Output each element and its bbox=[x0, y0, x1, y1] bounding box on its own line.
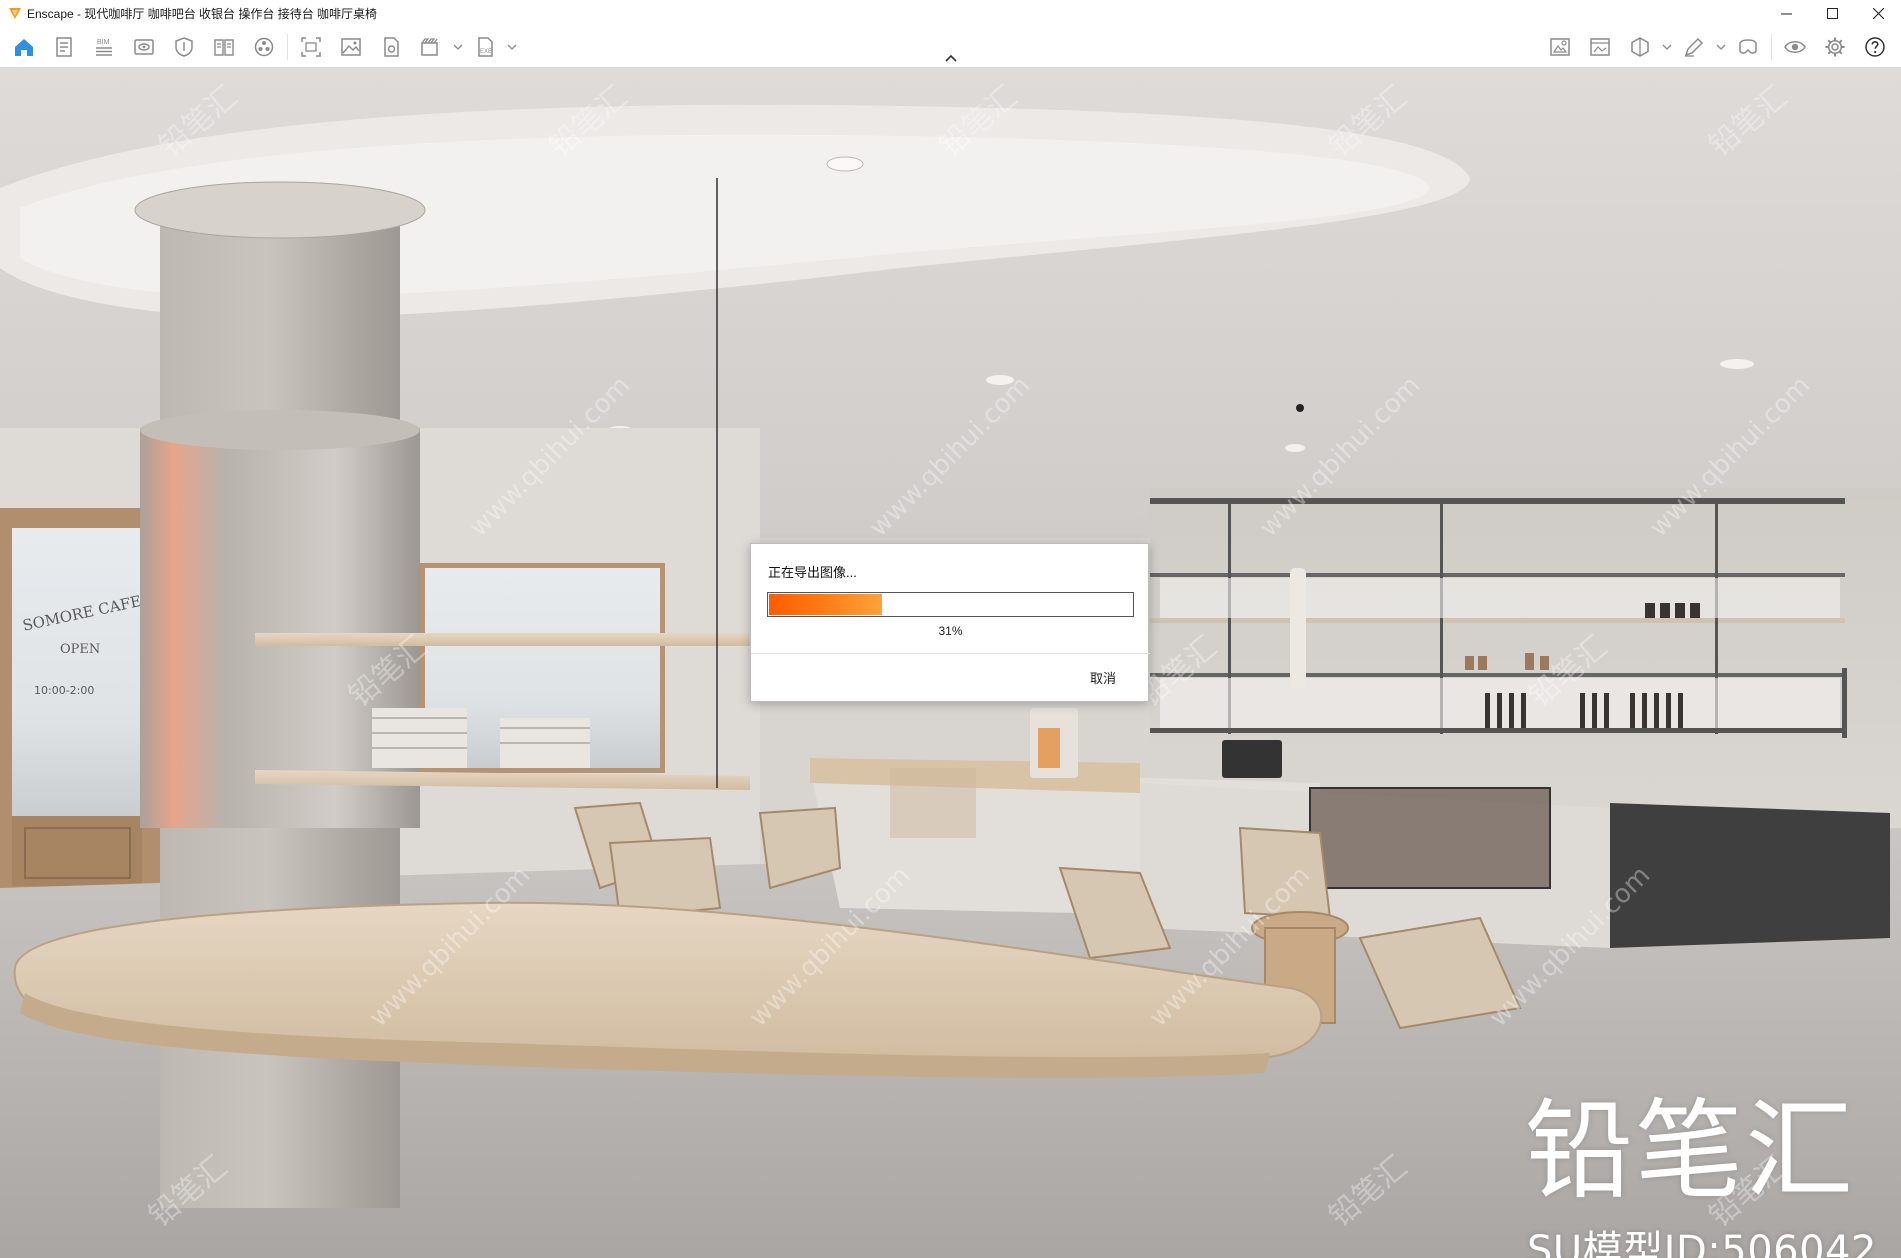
svg-text:BIM: BIM bbox=[97, 39, 110, 46]
screenshot-icon bbox=[1590, 38, 1610, 56]
home-button[interactable] bbox=[4, 29, 44, 65]
enscape-logo-icon bbox=[9, 8, 21, 19]
document-icon bbox=[56, 37, 72, 57]
export-progress-dialog: 正在导出图像... 31% 取消 bbox=[750, 543, 1150, 702]
minimize-icon bbox=[1780, 13, 1792, 14]
visual-settings-button[interactable] bbox=[1775, 29, 1815, 65]
watermark-model-id: SU模型ID:506042 bbox=[1527, 1228, 1877, 1258]
general-settings-button[interactable] bbox=[1815, 29, 1855, 65]
atom-icon bbox=[254, 37, 274, 57]
cube-section-icon bbox=[1631, 37, 1649, 57]
minimize-button[interactable] bbox=[1763, 0, 1809, 26]
vr-headset-icon bbox=[1739, 39, 1757, 54]
sketch-dropdown-button[interactable] bbox=[1714, 29, 1728, 65]
section-dropdown-button[interactable] bbox=[1660, 29, 1674, 65]
cancel-button[interactable]: 取消 bbox=[1090, 668, 1116, 687]
toolbar-collapse-button[interactable] bbox=[940, 50, 962, 66]
progress-percent-label: 31% bbox=[938, 624, 963, 638]
video-button[interactable] bbox=[411, 29, 451, 65]
asset-library-icon bbox=[1550, 38, 1570, 56]
export-progress-bar bbox=[767, 592, 1134, 617]
book-icon bbox=[214, 39, 234, 56]
watermark-brand: 铅笔汇 bbox=[1525, 1089, 1856, 1214]
window-title: Enscape - 现代咖啡厅 咖啡吧台 收银台 操作台 接待台 咖啡厅桌椅 bbox=[27, 6, 378, 21]
door-sign-hours: 10:00-2:00 bbox=[34, 684, 94, 697]
exe-export-icon: EXE bbox=[478, 37, 493, 57]
exe-dropdown-button[interactable] bbox=[505, 29, 519, 65]
capture-frame-button[interactable] bbox=[291, 29, 331, 65]
progress-fill bbox=[769, 594, 882, 615]
preview-window-button[interactable] bbox=[124, 29, 164, 65]
book-button[interactable] bbox=[204, 29, 244, 65]
dialog-divider bbox=[751, 653, 1150, 654]
video-dropdown-button[interactable] bbox=[451, 29, 465, 65]
chevron-down-icon bbox=[453, 44, 463, 50]
capture-frame-icon bbox=[301, 37, 321, 57]
close-icon bbox=[1872, 7, 1884, 19]
door-sign-open: OPEN bbox=[60, 642, 100, 657]
shield-icon bbox=[175, 37, 193, 57]
maximize-button[interactable] bbox=[1809, 0, 1855, 26]
chevron-up-icon bbox=[945, 54, 957, 62]
file-settings-icon bbox=[384, 37, 399, 57]
toolbar-right-group bbox=[1540, 26, 1895, 68]
exe-export-button[interactable]: EXE bbox=[465, 29, 505, 65]
toolbar-left-group: BIM EXE bbox=[4, 26, 519, 68]
file-settings-button[interactable] bbox=[371, 29, 411, 65]
chevron-down-icon bbox=[507, 44, 517, 50]
home-icon bbox=[15, 39, 33, 56]
pen-sketch-icon bbox=[1684, 37, 1704, 57]
title-bar: Enscape - 现代咖啡厅 咖啡吧台 收银台 操作台 接待台 咖啡厅桌椅 bbox=[0, 0, 1901, 26]
document-button[interactable] bbox=[44, 29, 84, 65]
eye-preview-icon bbox=[134, 39, 154, 55]
vr-headset-button[interactable] bbox=[1728, 29, 1768, 65]
section-view-button[interactable] bbox=[1620, 29, 1660, 65]
bim-icon: BIM bbox=[96, 39, 112, 56]
toolbar-separator bbox=[1771, 34, 1772, 60]
image-icon bbox=[341, 38, 361, 56]
maximize-icon bbox=[1826, 7, 1838, 19]
screenshot-button[interactable] bbox=[1580, 29, 1620, 65]
chevron-down-icon bbox=[1716, 44, 1726, 50]
svg-text:EXE: EXE bbox=[480, 49, 492, 55]
bim-button[interactable]: BIM bbox=[84, 29, 124, 65]
video-icon bbox=[421, 38, 438, 56]
visual-settings-icon bbox=[1784, 41, 1806, 53]
chevron-down-icon bbox=[1662, 44, 1672, 50]
image-button[interactable] bbox=[331, 29, 371, 65]
asset-library-button[interactable] bbox=[1540, 29, 1580, 65]
help-button[interactable] bbox=[1855, 29, 1895, 65]
atom-button[interactable] bbox=[244, 29, 284, 65]
shield-button[interactable] bbox=[164, 29, 204, 65]
toolbar-separator bbox=[287, 34, 288, 60]
sketch-mode-button[interactable] bbox=[1674, 29, 1714, 65]
help-icon bbox=[1865, 37, 1885, 57]
close-button[interactable] bbox=[1855, 0, 1901, 26]
window-controls bbox=[1763, 0, 1901, 26]
gear-icon bbox=[1825, 37, 1845, 57]
dialog-message: 正在导出图像... bbox=[768, 565, 857, 580]
